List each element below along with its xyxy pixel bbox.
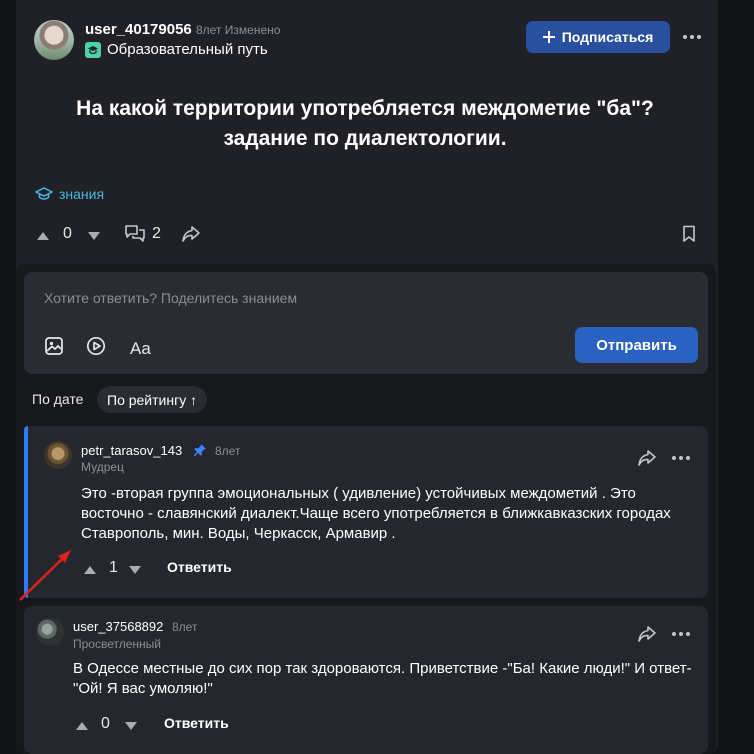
- share-icon[interactable]: [637, 449, 657, 472]
- send-button[interactable]: Отправить: [575, 327, 698, 363]
- subscribe-label: Подписаться: [561, 29, 654, 45]
- graduation-cap-icon: [85, 41, 101, 58]
- answer-card: petr_tarasov_143 8лет Мудрец Это -вторая…: [24, 426, 708, 598]
- answer-text-line: "Ой! Я вас умоляю!": [73, 680, 213, 697]
- question-title: На какой территории употребляется междом…: [40, 94, 690, 154]
- bookmark-icon[interactable]: [682, 225, 696, 248]
- comments-icon[interactable]: [124, 224, 146, 247]
- subject-link[interactable]: Образовательный путь: [85, 41, 268, 58]
- more-dots-icon[interactable]: [672, 456, 690, 460]
- answer-vote-count: 0: [101, 715, 110, 732]
- tag-label: знания: [59, 186, 105, 202]
- arrow-down-icon[interactable]: [87, 228, 101, 246]
- tag-link[interactable]: знания: [35, 186, 104, 202]
- subject-label: Образовательный путь: [107, 41, 268, 58]
- question-comment-count: 2: [152, 225, 161, 242]
- arrow-down-icon[interactable]: [128, 562, 142, 580]
- answer-vote-count: 1: [109, 559, 118, 576]
- image-icon[interactable]: [44, 336, 64, 361]
- play-icon[interactable]: [86, 336, 106, 361]
- best-answer-accent: [24, 426, 28, 598]
- graduation-cap-icon: [35, 186, 53, 202]
- answer-text: В Одессе местные до сих пор так здороваю…: [73, 659, 703, 699]
- answer-text-line: Это -вторая группа эмоциональных ( удивл…: [81, 485, 636, 502]
- question-title-line: На какой территории употребляется междом…: [76, 97, 654, 120]
- answer-text-line: В Одессе местные до сих пор так здороваю…: [73, 660, 692, 677]
- answer-rank: Просветленный: [73, 637, 161, 651]
- answer-composer[interactable]: Хотите ответить? Поделитесь знанием Aa О…: [24, 272, 708, 374]
- subscribe-button[interactable]: Подписаться: [526, 21, 670, 53]
- answer-card: user_37568892 8лет Просветленный В Одесс…: [24, 606, 708, 754]
- question-meta: 8лет Изменено: [196, 23, 281, 37]
- question-vote-count: 0: [63, 225, 72, 242]
- answer-age: 8лет: [215, 444, 241, 458]
- more-dots-icon[interactable]: [683, 35, 701, 39]
- answer-age: 8лет: [172, 620, 198, 634]
- arrow-up-icon[interactable]: [75, 718, 89, 736]
- sort-by-date[interactable]: По дате: [32, 391, 83, 407]
- author-username[interactable]: user_40179056: [85, 21, 192, 38]
- answer-rank: Мудрец: [81, 460, 124, 474]
- reply-button[interactable]: Ответить: [164, 715, 229, 731]
- arrow-down-icon[interactable]: [124, 718, 138, 736]
- arrow-up-icon[interactable]: [83, 562, 97, 580]
- answer-author[interactable]: petr_tarasov_143: [81, 443, 182, 458]
- answer-author[interactable]: user_37568892: [73, 619, 163, 634]
- sort-by-rating[interactable]: По рейтингу ↑: [97, 386, 208, 413]
- share-icon[interactable]: [637, 625, 657, 648]
- answer-text: Это -вторая группа эмоциональных ( удивл…: [81, 484, 701, 544]
- question-title-line: задание по диалектологии.: [223, 127, 507, 150]
- author-avatar[interactable]: [34, 20, 74, 60]
- avatar[interactable]: [36, 618, 64, 646]
- share-icon[interactable]: [181, 225, 201, 248]
- avatar[interactable]: [44, 441, 72, 469]
- answer-text-line: восточно - славянский диалект.Чаще всего…: [81, 505, 671, 522]
- text-format-button[interactable]: Aa: [130, 339, 151, 359]
- answer-text-line: Ставрополь, мин. Воды, Черкасск, Армавир…: [81, 525, 396, 542]
- sort-by-rating-label: По рейтингу ↑: [107, 391, 198, 408]
- more-dots-icon[interactable]: [672, 632, 690, 636]
- pin-icon: [193, 443, 207, 462]
- reply-button[interactable]: Ответить: [167, 559, 232, 575]
- arrow-up-icon[interactable]: [36, 228, 50, 246]
- plus-icon: [542, 31, 555, 43]
- answer-input[interactable]: Хотите ответить? Поделитесь знанием: [44, 290, 297, 306]
